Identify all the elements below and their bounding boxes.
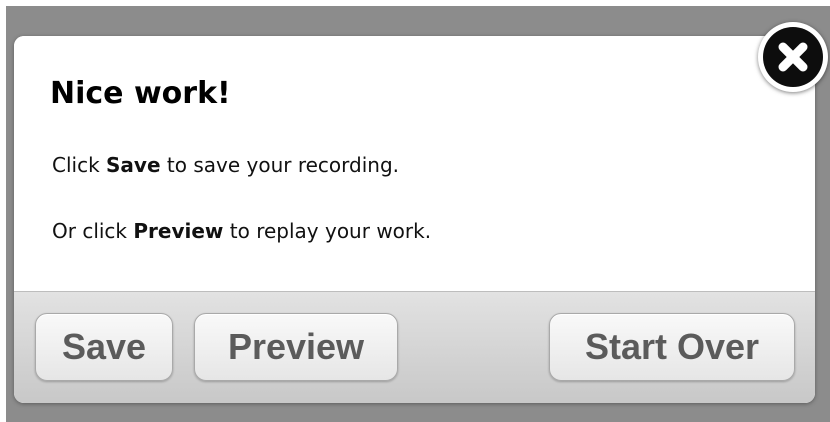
start-over-button[interactable]: Start Over <box>549 313 795 381</box>
save-instruction-suffix: to save your recording. <box>160 153 399 177</box>
preview-instruction-prefix: Or click <box>52 219 134 243</box>
save-instruction: Click Save to save your recording. <box>52 153 399 177</box>
save-instruction-keyword: Save <box>106 153 161 177</box>
preview-instruction: Or click Preview to replay your work. <box>52 219 431 243</box>
preview-instruction-suffix: to replay your work. <box>223 219 432 243</box>
dialog-body: Nice work! Click Save to save your recor… <box>14 36 815 291</box>
close-icon <box>763 27 823 87</box>
dialog-footer: Save Preview Start Over <box>14 291 815 403</box>
preview-instruction-keyword: Preview <box>133 219 224 243</box>
save-instruction-prefix: Click <box>52 153 107 177</box>
save-button[interactable]: Save <box>35 313 173 381</box>
close-button[interactable] <box>758 22 828 92</box>
preview-button[interactable]: Preview <box>194 313 398 381</box>
recording-complete-dialog: Nice work! Click Save to save your recor… <box>14 36 815 403</box>
dialog-title: Nice work! <box>50 76 231 111</box>
close-icon-glyph <box>778 42 808 72</box>
